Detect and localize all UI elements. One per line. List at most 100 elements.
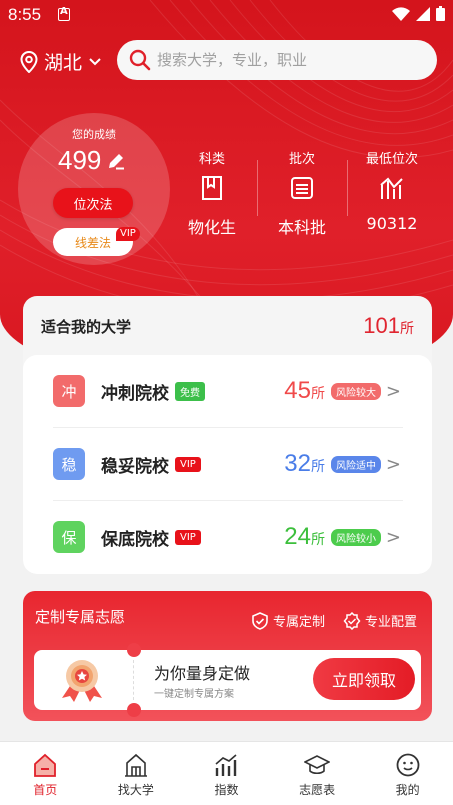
stat-min-rank-value: 90312 — [366, 214, 418, 233]
custom-plan-banner[interactable]: 定制专属志愿 专属定制 专业配置 为你量身定做 一键定制专属方案 立即领取 — [23, 591, 432, 721]
ticket-notch — [127, 703, 141, 717]
suitable-count-number: 101 — [363, 313, 400, 338]
home-icon — [34, 753, 57, 777]
vip-tag: VIP — [175, 529, 201, 545]
chevron-right-icon: > — [385, 453, 401, 475]
score-value-group[interactable]: 499 — [58, 145, 125, 176]
tab-find-university-label: 找大学 — [117, 783, 154, 797]
ticket-dash — [133, 660, 134, 700]
safe-count: 24所 — [284, 523, 325, 551]
location-label: 湖北 — [44, 52, 83, 74]
stable-count-number: 32 — [284, 450, 311, 477]
stat-batch-label: 批次 — [288, 152, 315, 167]
feature-config: 专业配置 — [343, 611, 417, 630]
suitable-count-unit: 所 — [400, 321, 414, 337]
ticket-title: 为你量身定做 — [154, 664, 251, 683]
stable-count-unit: 所 — [311, 459, 325, 475]
suitable-total-count: 101所 — [363, 313, 414, 339]
banner-title: 定制专属志愿 — [35, 608, 126, 626]
safe-count-number: 24 — [284, 523, 311, 550]
chart-icon — [215, 754, 238, 776]
free-tag: 免费 — [175, 381, 205, 401]
stat-min-rank: 最低位次 90312 — [362, 148, 422, 233]
sprint-count-unit: 所 — [311, 386, 325, 402]
safe-name: 保底院校 — [101, 529, 169, 550]
chevron-down-icon — [89, 57, 101, 65]
feature-exclusive: 专属定制 — [251, 611, 325, 630]
ticket-subtitle: 一键定制专属方案 — [154, 689, 234, 700]
feature-exclusive-label: 专属定制 — [273, 615, 326, 630]
ticket-notch — [127, 643, 141, 657]
notification-a-icon — [58, 6, 70, 21]
wifi-icon — [392, 6, 410, 21]
tab-application-form-label: 志愿表 — [299, 783, 336, 797]
row-stable[interactable]: 稳 稳妥院校 VIP 32所 风险适中 > — [53, 428, 403, 500]
search-input[interactable] — [157, 51, 417, 69]
shield-check-icon — [252, 611, 268, 630]
bottom-tab-bar: 首页 找大学 指数 志愿表 我的 — [0, 741, 453, 805]
safe-count-unit: 所 — [311, 532, 325, 548]
stat-subject: 科类 物化生 — [186, 148, 238, 238]
rank-method-button[interactable]: 位次法 — [53, 188, 133, 218]
risk-high-badge: 风险较大 — [331, 382, 381, 400]
offer-ticket: 为你量身定做 一键定制专属方案 立即领取 — [34, 643, 421, 717]
stat-batch-value: 本科批 — [277, 218, 326, 237]
graduation-cap-icon — [304, 755, 331, 775]
row-safe[interactable]: 保 保底院校 VIP 24所 风险较小 > — [53, 501, 403, 573]
status-bar: 8:55 — [0, 0, 453, 30]
sprint-count: 45所 — [284, 377, 325, 405]
stat-divider — [347, 160, 348, 216]
stat-min-rank-label: 最低位次 — [365, 152, 418, 167]
vip-tag: VIP — [175, 456, 201, 472]
safe-icon: 保 — [53, 521, 85, 553]
tab-find-university[interactable]: 找大学 — [91, 742, 182, 805]
search-bar[interactable] — [117, 40, 437, 80]
search-icon — [129, 49, 151, 71]
tab-application-form[interactable]: 志愿表 — [272, 742, 363, 805]
sprint-icon: 冲 — [53, 375, 85, 407]
stat-subject-value: 物化生 — [187, 218, 236, 237]
award-medal-icon — [62, 660, 102, 702]
suitable-card-header[interactable]: 适合我的大学 101所 — [23, 296, 432, 356]
vip-badge: VIP — [116, 227, 140, 241]
rank-trend-icon — [380, 177, 403, 199]
sprint-name: 冲刺院校 — [101, 383, 169, 404]
score-label: 您的成绩 — [72, 128, 116, 141]
claim-now-button[interactable]: 立即领取 — [313, 658, 415, 700]
profile-icon — [396, 753, 420, 777]
location-pin-icon — [20, 50, 38, 73]
tab-index-label: 指数 — [214, 783, 239, 797]
badge-check-icon — [343, 611, 361, 630]
document-icon — [291, 177, 313, 199]
stable-icon: 稳 — [53, 448, 85, 480]
row-sprint[interactable]: 冲 冲刺院校 免费 45所 风险较大 > — [53, 355, 403, 427]
status-time: 8:55 — [8, 5, 42, 24]
stable-name: 稳妥院校 — [101, 456, 169, 477]
location-selector[interactable]: 湖北 — [20, 48, 102, 75]
suitable-card-body: 冲 冲刺院校 免费 45所 风险较大 > 稳 稳妥院校 VIP 32所 风险适中… — [23, 355, 432, 574]
university-icon — [124, 753, 147, 777]
suitable-universities-card: 适合我的大学 101所 冲 冲刺院校 免费 45所 风险较大 > 稳 稳妥院校 … — [23, 296, 432, 574]
score-value: 499 — [58, 145, 102, 175]
tab-home-label: 首页 — [33, 783, 58, 797]
risk-low-badge: 风险较小 — [331, 528, 381, 546]
tab-mine[interactable]: 我的 — [362, 742, 453, 805]
tab-mine-label: 我的 — [395, 783, 420, 797]
stat-batch: 批次 本科批 — [276, 148, 328, 238]
tab-index[interactable]: 指数 — [181, 742, 272, 805]
edit-pencil-icon[interactable] — [107, 152, 125, 170]
chevron-right-icon: > — [385, 380, 401, 402]
chevron-right-icon: > — [385, 526, 401, 548]
feature-config-label: 专业配置 — [365, 615, 418, 630]
sprint-count-number: 45 — [284, 377, 311, 404]
book-icon — [202, 176, 222, 200]
stat-divider — [257, 160, 258, 216]
stable-count: 32所 — [284, 450, 325, 478]
battery-icon — [436, 6, 445, 21]
risk-medium-badge: 风险适中 — [331, 455, 381, 473]
tab-home[interactable]: 首页 — [0, 742, 91, 805]
suitable-card-title: 适合我的大学 — [41, 318, 132, 336]
signal-icon — [416, 6, 430, 21]
stat-subject-label: 科类 — [198, 152, 225, 167]
score-panel: 您的成绩 499 位次法 线差法 VIP — [18, 113, 170, 265]
